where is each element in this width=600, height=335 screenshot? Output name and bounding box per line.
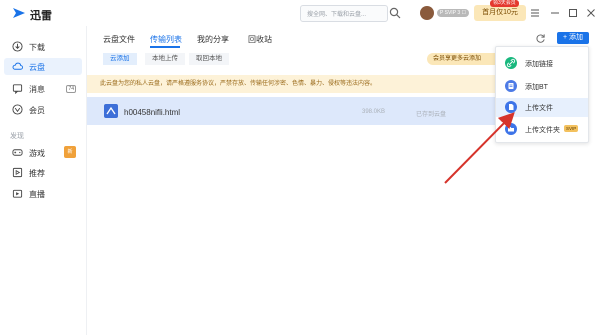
tab-cloud-files[interactable]: 云盘文件 (103, 34, 135, 45)
menu-item-label: 上传文件 (525, 105, 553, 112)
sidebar-item-member[interactable]: 会员 (4, 101, 82, 118)
menu-item-upload-folder[interactable]: 上传文件夹 SVIP (496, 120, 588, 139)
bt-file-icon (505, 80, 517, 92)
upload-folder-icon (505, 123, 517, 135)
sidebar-item-label: 云盘 (29, 63, 45, 72)
menu-item-add-bt[interactable]: 添加BT (496, 77, 588, 96)
title-bar: 迅雷 搜全网、下载和云盘... P SVIP 3 ☐ 首月仅10元 领3天会员 (0, 0, 600, 26)
sidebar-item-label: 游戏 (29, 149, 45, 158)
tab-my-shares[interactable]: 我的分享 (197, 34, 229, 45)
avatar[interactable] (420, 6, 434, 20)
subtab-retrieve-local[interactable]: 取回本地 (189, 53, 229, 65)
svip-badge: SVIP (564, 125, 579, 132)
minimize-icon[interactable] (549, 7, 561, 19)
search-placeholder: 搜全网、下载和云盘... (307, 12, 367, 18)
sidebar-item-cloud[interactable]: 云盘 (4, 58, 82, 75)
html-file-icon (104, 104, 118, 118)
upload-file-icon (505, 101, 517, 113)
sidebar-item-download[interactable]: 下载 (4, 38, 82, 55)
tab-recycle-bin[interactable]: 回收站 (248, 34, 272, 45)
sidebar-item-label: 推荐 (29, 169, 45, 178)
cloud-icon (12, 62, 23, 70)
menu-item-label: 添加链接 (525, 61, 553, 68)
new-badge: 新 (64, 146, 76, 158)
recommend-icon (12, 167, 23, 178)
vip-level-badge[interactable]: P SVIP 3 ☐ (437, 9, 469, 17)
file-size: 398.0KB (362, 109, 386, 115)
message-count-badge: 74 (66, 85, 76, 93)
member-icon (12, 104, 23, 115)
sidebar-item-messages[interactable]: 消息 74 (4, 80, 82, 97)
sidebar-item-games[interactable]: 游戏 新 (4, 144, 82, 161)
notice-banner: 此云盘为您的私人云盘，请严格遵服务协议，严禁存放、传输任何涉密、色情、暴力、侵权… (87, 75, 510, 93)
sidebar-item-recommend[interactable]: 推荐 (4, 164, 82, 181)
promo-button[interactable]: 首月仅10元 (474, 5, 526, 21)
add-dropdown-menu: 添加链接 添加BT 上传文件 上传文件夹 SVIP (495, 46, 589, 143)
search-input[interactable]: 搜全网、下载和云盘... (300, 5, 388, 22)
live-icon (12, 189, 23, 198)
link-icon (505, 57, 517, 69)
maximize-icon[interactable] (567, 7, 579, 19)
tab-transfer-list[interactable]: 传输列表 (150, 34, 182, 45)
close-icon[interactable] (585, 7, 597, 19)
promo-tag: 领3天会员 (490, 0, 519, 7)
download-icon (12, 41, 23, 52)
discover-section-label: 发现 (10, 133, 24, 140)
xunlei-logo-icon (13, 8, 25, 18)
active-tab-indicator (150, 46, 180, 48)
sidebar-item-label: 直播 (29, 190, 45, 199)
sidebar-item-label: 会员 (29, 106, 45, 115)
file-status: 已存到云盘 (416, 112, 447, 118)
menu-item-upload-file[interactable]: 上传文件 (496, 98, 588, 117)
search-icon[interactable] (389, 7, 401, 19)
subtab-local-upload[interactable]: 本地上传 (145, 53, 185, 65)
sidebar-item-label: 消息 (29, 85, 45, 94)
message-icon (12, 84, 23, 94)
add-button[interactable]: + 添加 (557, 32, 589, 44)
menu-item-label: 添加BT (525, 84, 548, 91)
sidebar-item-label: 下载 (29, 43, 45, 52)
menu-icon[interactable] (529, 7, 541, 19)
file-name[interactable]: h00458nifli.html (124, 108, 180, 117)
sidebar-item-live[interactable]: 直播 (4, 185, 82, 202)
game-icon (12, 149, 23, 156)
menu-item-add-link[interactable]: 添加链接 (496, 54, 588, 73)
refresh-icon[interactable] (535, 33, 546, 44)
app-name: 迅雷 (30, 10, 52, 22)
menu-item-label: 上传文件夹 (525, 127, 560, 134)
subtab-cloud-add[interactable]: 云添加 (103, 53, 137, 65)
